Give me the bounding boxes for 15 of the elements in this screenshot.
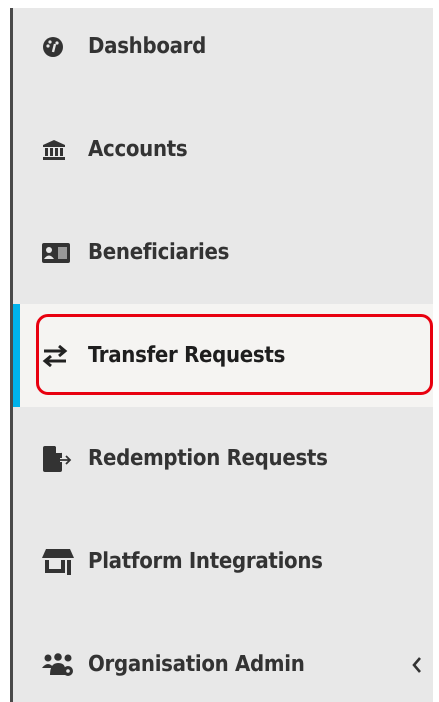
gauge-icon (42, 36, 64, 58)
chevron-icon[interactable] (411, 656, 423, 674)
sidebar-item[interactable]: Platform Integrations (13, 510, 433, 613)
users-gear-icon (42, 652, 74, 676)
file-export-icon (42, 446, 72, 472)
storefront-icon (42, 548, 74, 574)
sidebar-item[interactable]: Transfer Requests (13, 304, 433, 407)
bank-icon (42, 138, 66, 160)
swap-arrows-icon (42, 344, 68, 366)
sidebar-item[interactable]: Accounts (13, 98, 433, 201)
sidebar-item[interactable]: Beneficiaries (13, 201, 433, 304)
sidebar-item[interactable]: Redemption Requests (13, 407, 433, 510)
sidebar-item[interactable]: Organisation Admin (13, 613, 433, 702)
sidebar-item[interactable]: Dashboard (13, 8, 433, 98)
id-card-icon (42, 242, 70, 262)
